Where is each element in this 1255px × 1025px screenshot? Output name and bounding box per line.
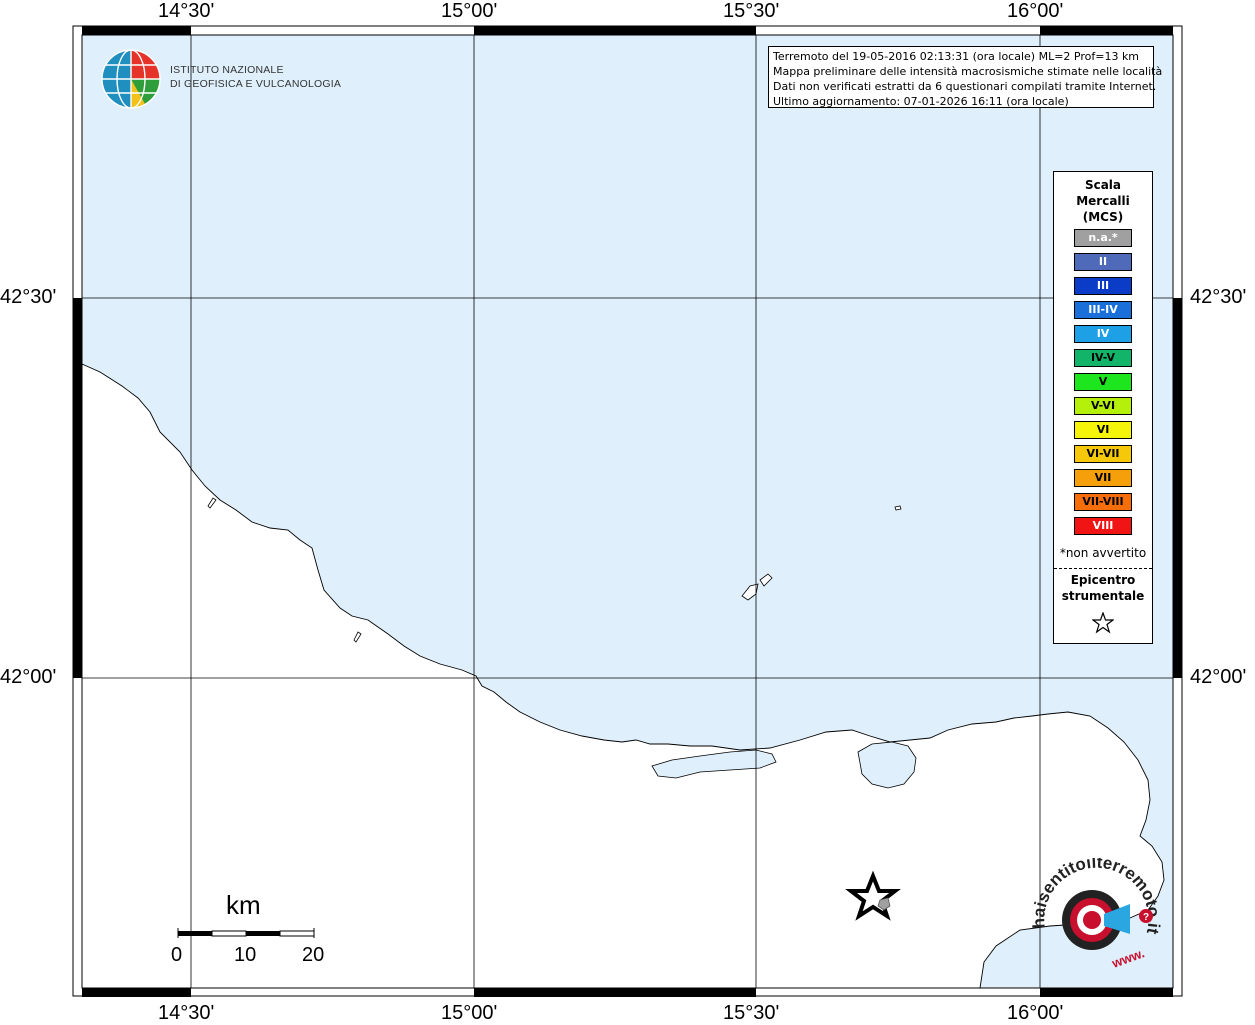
lon-tick-bottom-4: 16°00': [1007, 1002, 1064, 1024]
legend-title-line2: Mercalli: [1076, 194, 1130, 208]
island-pianosa: [894, 505, 902, 511]
lon-tick-top-4: 16°00': [1007, 0, 1064, 22]
haisentito-logo-www: www.: [1109, 945, 1147, 971]
lat-tick-left-2: 42°00': [0, 666, 57, 688]
scale-bar-graphic: [177, 928, 315, 938]
scale-bar-label-10: 10: [234, 944, 257, 966]
legend-epicenter-label: Epicentro strumentale: [1054, 572, 1152, 604]
legend-swatch-7: V-VI: [1074, 397, 1132, 415]
legend-note: *non avvertito: [1059, 546, 1147, 560]
scale-bar-label-0: 0: [171, 944, 183, 966]
lon-tick-bottom-3: 15°30': [723, 1002, 780, 1024]
event-info-line3: Dati non verificati estratti da 6 questi…: [773, 80, 1157, 93]
institute-name-line2: DI GEOFISICA E VULCANOLOGIA: [170, 78, 342, 90]
legend-star-icon: [1092, 612, 1114, 634]
legend-title: Scala Mercalli (MCS): [1054, 177, 1152, 225]
lon-tick-bottom-2: 15°00': [441, 1002, 498, 1024]
event-info-line1: Terremoto del 19-05-2016 02:13:31 (ora l…: [773, 50, 1140, 63]
institute-name-line1: ISTITUTO NAZIONALE: [170, 64, 284, 76]
legend-swatch-12: VIII: [1074, 517, 1132, 535]
event-info-box: Terremoto del 19-05-2016 02:13:31 (ora l…: [768, 46, 1163, 108]
event-info-line4: Ultimo aggiornamento: 07-01-2026 16:11 (…: [773, 95, 1069, 108]
mcs-legend: Scala Mercalli (MCS) n.a.* II III III-IV IV I…: [1053, 171, 1153, 644]
legend-title-line1: Scala: [1084, 178, 1122, 192]
scale-bar-label-20: 20: [302, 944, 325, 966]
legend-swatch-3: III-IV: [1074, 301, 1132, 319]
legend-swatch-6: V: [1074, 373, 1132, 391]
event-info-line2: Mappa preliminare delle intensità macros…: [773, 65, 1163, 78]
lon-tick-top-1: 14°30': [158, 0, 215, 22]
scale-bar-unit: km: [226, 890, 261, 920]
legend-epicenter-line2: strumentale: [1061, 589, 1145, 603]
lon-tick-top-3: 15°30': [723, 0, 780, 22]
svg-text:?: ?: [1143, 912, 1149, 923]
lat-tick-right-2: 42°00': [1190, 666, 1247, 688]
lon-tick-top-2: 15°00': [441, 0, 498, 22]
scale-bar: km 0 10 20: [170, 890, 340, 970]
legend-title-line3: (MCS): [1082, 210, 1124, 224]
haisentito-logo[interactable]: haisentitoilterremoto.it ? www.: [1030, 858, 1165, 978]
lat-tick-right-1: 42°30': [1190, 286, 1247, 308]
legend-swatch-9: VI-VII: [1074, 445, 1132, 463]
legend-swatch-10: VII: [1074, 469, 1132, 487]
legend-swatch-1: II: [1074, 253, 1132, 271]
legend-swatch-2: III: [1074, 277, 1132, 295]
institute-name: ISTITUTO NAZIONALE DI GEOFISICA E VULCAN…: [170, 63, 341, 91]
ingv-logo: [101, 49, 161, 109]
legend-swatch-8: VI: [1074, 421, 1132, 439]
legend-epicenter-line1: Epicentro: [1070, 573, 1136, 587]
legend-swatch-0: n.a.*: [1074, 229, 1132, 247]
legend-swatch-4: IV: [1074, 325, 1132, 343]
lat-tick-left-1: 42°30': [0, 286, 57, 308]
legend-swatch-5: IV-V: [1074, 349, 1132, 367]
legend-swatch-11: VII-VIII: [1074, 493, 1132, 511]
legend-divider: [1054, 568, 1152, 569]
lon-tick-bottom-1: 14°30': [158, 1002, 215, 1024]
